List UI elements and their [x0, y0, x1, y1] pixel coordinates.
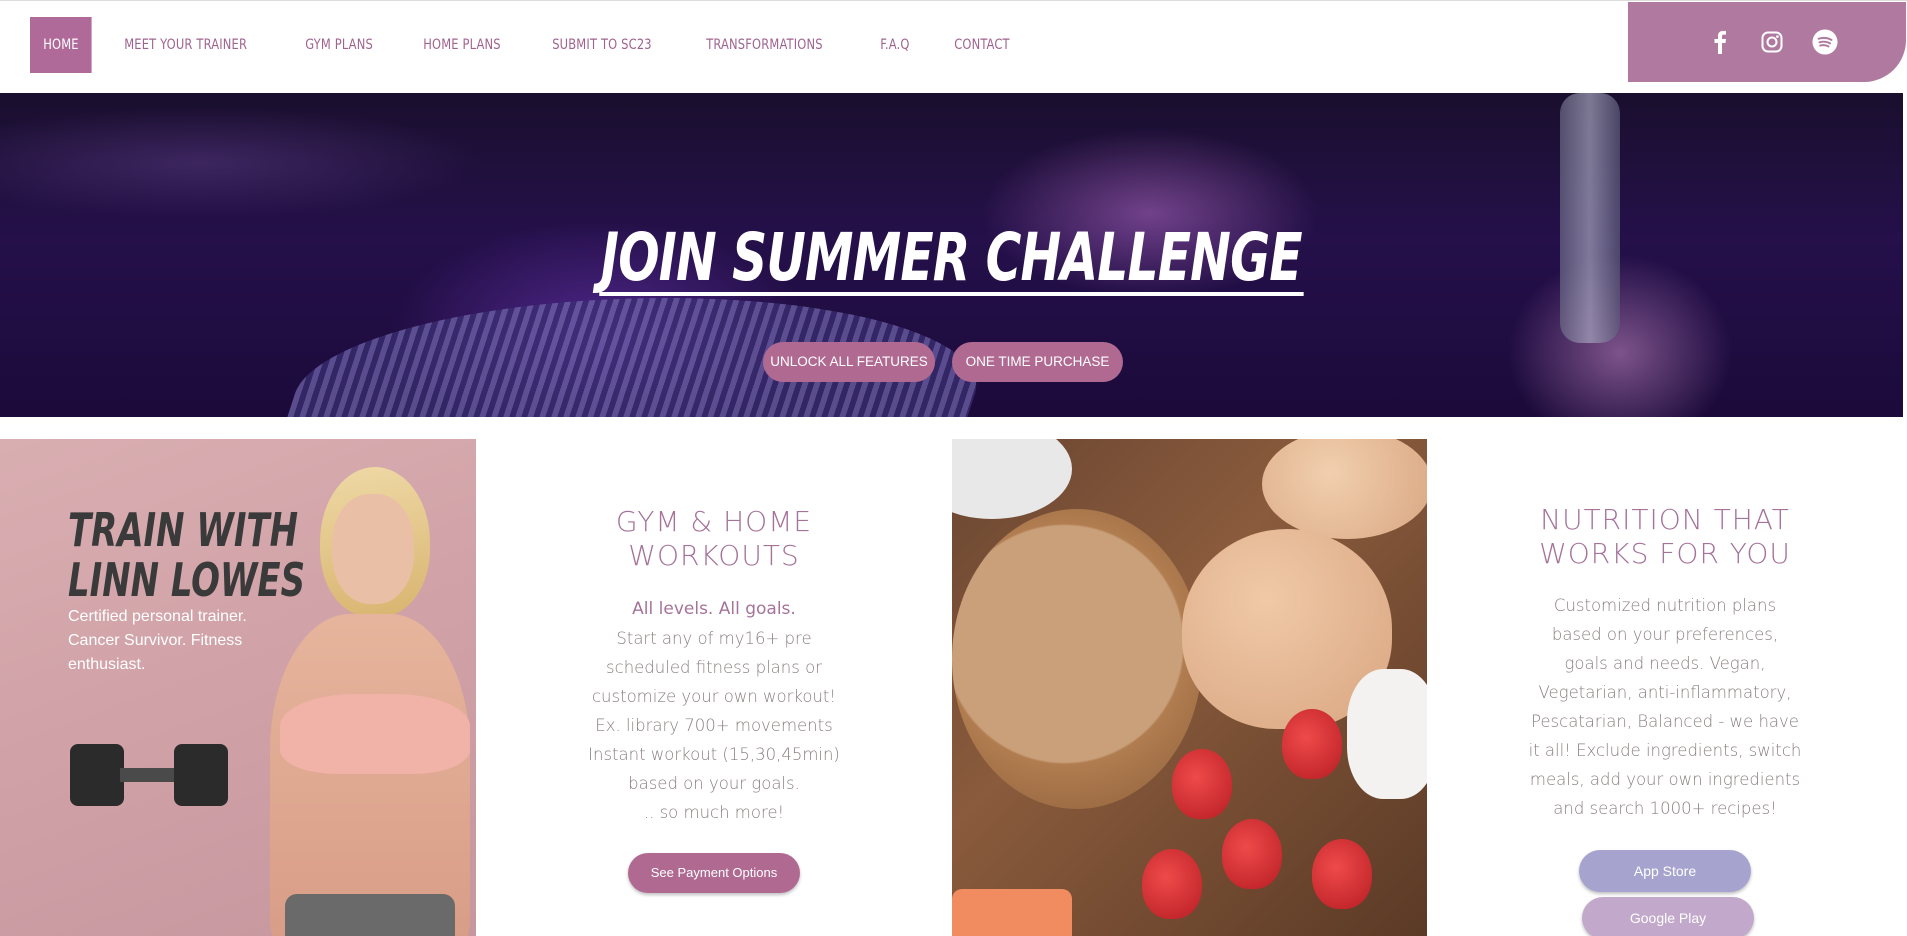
- workouts-line: Ex. library 700+ movements: [595, 716, 833, 735]
- food-photo-plate: [952, 439, 1072, 519]
- app-store-button[interactable]: App Store: [1579, 850, 1751, 892]
- dumbbell-image: [70, 744, 230, 806]
- nav-item-transformations[interactable]: TRANSFORMATIONS: [693, 17, 836, 73]
- main-nav: HOME MEET YOUR TRAINER GYM PLANS HOME PL…: [30, 17, 1045, 73]
- trainer-photo-body: [270, 614, 470, 936]
- one-time-purchase-button[interactable]: ONE TIME PURCHASE: [952, 342, 1123, 382]
- hero-title-text[interactable]: JOIN SUMMER CHALLENGE: [599, 224, 1304, 296]
- trainer-title-line1: TRAIN WITH: [68, 503, 298, 557]
- hero-banner: JOIN SUMMER CHALLENGE UNLOCK ALL FEATURE…: [0, 93, 1903, 417]
- workouts-description: Start any of my16+ pre scheduled fitness…: [476, 624, 952, 827]
- nav-item-home-plans[interactable]: HOME PLANS: [410, 17, 514, 73]
- instagram-icon[interactable]: [1759, 29, 1785, 55]
- workouts-line: .. so much more!: [643, 803, 785, 822]
- nutrition-title-line1: NUTRITION THAT: [1540, 503, 1790, 536]
- workouts-line: customize your own workout!: [591, 687, 837, 706]
- social-bar: [1628, 2, 1906, 82]
- nutrition-title-line2: WORKS FOR YOU: [1539, 537, 1791, 570]
- nutrition-line: goals and needs. Vegan,: [1564, 654, 1766, 673]
- workouts-line: Start any of my16+ pre: [616, 629, 812, 648]
- nutrition-line: Customized nutrition plans: [1553, 596, 1777, 615]
- hero-title[interactable]: JOIN SUMMER CHALLENGE: [0, 219, 1903, 296]
- workouts-title-line1: GYM & HOME: [615, 505, 813, 538]
- workouts-title: GYM & HOME WORKOUTS: [476, 505, 952, 573]
- hero-background-detail: [1560, 93, 1620, 343]
- top-navigation-bar: HOME MEET YOUR TRAINER GYM PLANS HOME PL…: [0, 0, 1907, 94]
- nav-item-home[interactable]: HOME: [30, 17, 92, 73]
- nav-item-contact[interactable]: CONTACT: [941, 17, 1023, 73]
- nav-item-submit-to-sc23[interactable]: SUBMIT TO SC23: [539, 17, 665, 73]
- nav-item-gym-plans[interactable]: GYM PLANS: [292, 17, 386, 73]
- nutrition-description: Customized nutrition plans based on your…: [1427, 591, 1903, 823]
- food-photo-pitcher: [1347, 669, 1427, 799]
- nutrition-line: it all! Exclude ingredients, switch: [1528, 741, 1802, 760]
- nutrition-line: Vegetarian, anti-inflammatory,: [1538, 683, 1792, 702]
- food-photo-strawberry: [1312, 839, 1372, 909]
- trainer-photo-pants: [285, 894, 455, 936]
- food-photo-nuts-bowl: [952, 509, 1202, 809]
- food-photo-egg: [1262, 439, 1427, 539]
- spotify-icon[interactable]: [1812, 29, 1838, 55]
- google-play-button[interactable]: Google Play: [1582, 897, 1754, 936]
- trainer-photo-face: [332, 494, 414, 604]
- workouts-line: scheduled fitness plans or: [606, 658, 822, 677]
- food-photo-salmon: [952, 889, 1072, 936]
- workouts-title-line2: WORKOUTS: [628, 539, 800, 572]
- trainer-title-line2: LINN LOWES: [68, 553, 306, 607]
- workouts-section: GYM & HOME WORKOUTS All levels. All goal…: [476, 439, 952, 936]
- facebook-icon[interactable]: [1707, 29, 1733, 55]
- trainer-photo-top: [280, 694, 470, 774]
- nav-item-faq[interactable]: F.A.Q: [867, 17, 923, 73]
- trainer-title: TRAIN WITH LINN LOWES: [68, 505, 305, 605]
- nutrition-title: NUTRITION THAT WORKS FOR YOU: [1427, 503, 1903, 571]
- workouts-line: Instant workout (15,30,45min): [588, 745, 840, 764]
- workouts-lead: All levels. All goals.: [632, 599, 796, 619]
- see-payment-options-button[interactable]: See Payment Options: [628, 853, 800, 893]
- trainer-image-panel: TRAIN WITH LINN LOWES Certified personal…: [0, 439, 476, 936]
- food-photo-strawberry: [1172, 749, 1232, 819]
- food-photo-strawberry: [1142, 849, 1202, 919]
- nutrition-food-image: [952, 439, 1427, 936]
- nutrition-line: based on your preferences,: [1551, 625, 1779, 644]
- trainer-subtitle: Certified personal trainer. Cancer Survi…: [68, 608, 247, 673]
- unlock-all-features-button[interactable]: UNLOCK ALL FEATURES: [763, 342, 935, 382]
- nav-item-meet-your-trainer[interactable]: MEET YOUR TRAINER: [111, 17, 260, 73]
- food-photo-strawberry: [1222, 819, 1282, 889]
- nutrition-line: and search 1000+ recipes!: [1553, 799, 1777, 818]
- nutrition-line: Pescatarian, Balanced - we have: [1531, 712, 1799, 731]
- food-photo-strawberry: [1282, 709, 1342, 779]
- nutrition-section: NUTRITION THAT WORKS FOR YOU Customized …: [1427, 439, 1903, 936]
- nutrition-line: meals, add your own ingredients: [1529, 770, 1801, 789]
- workouts-line: based on your goals.: [628, 774, 800, 793]
